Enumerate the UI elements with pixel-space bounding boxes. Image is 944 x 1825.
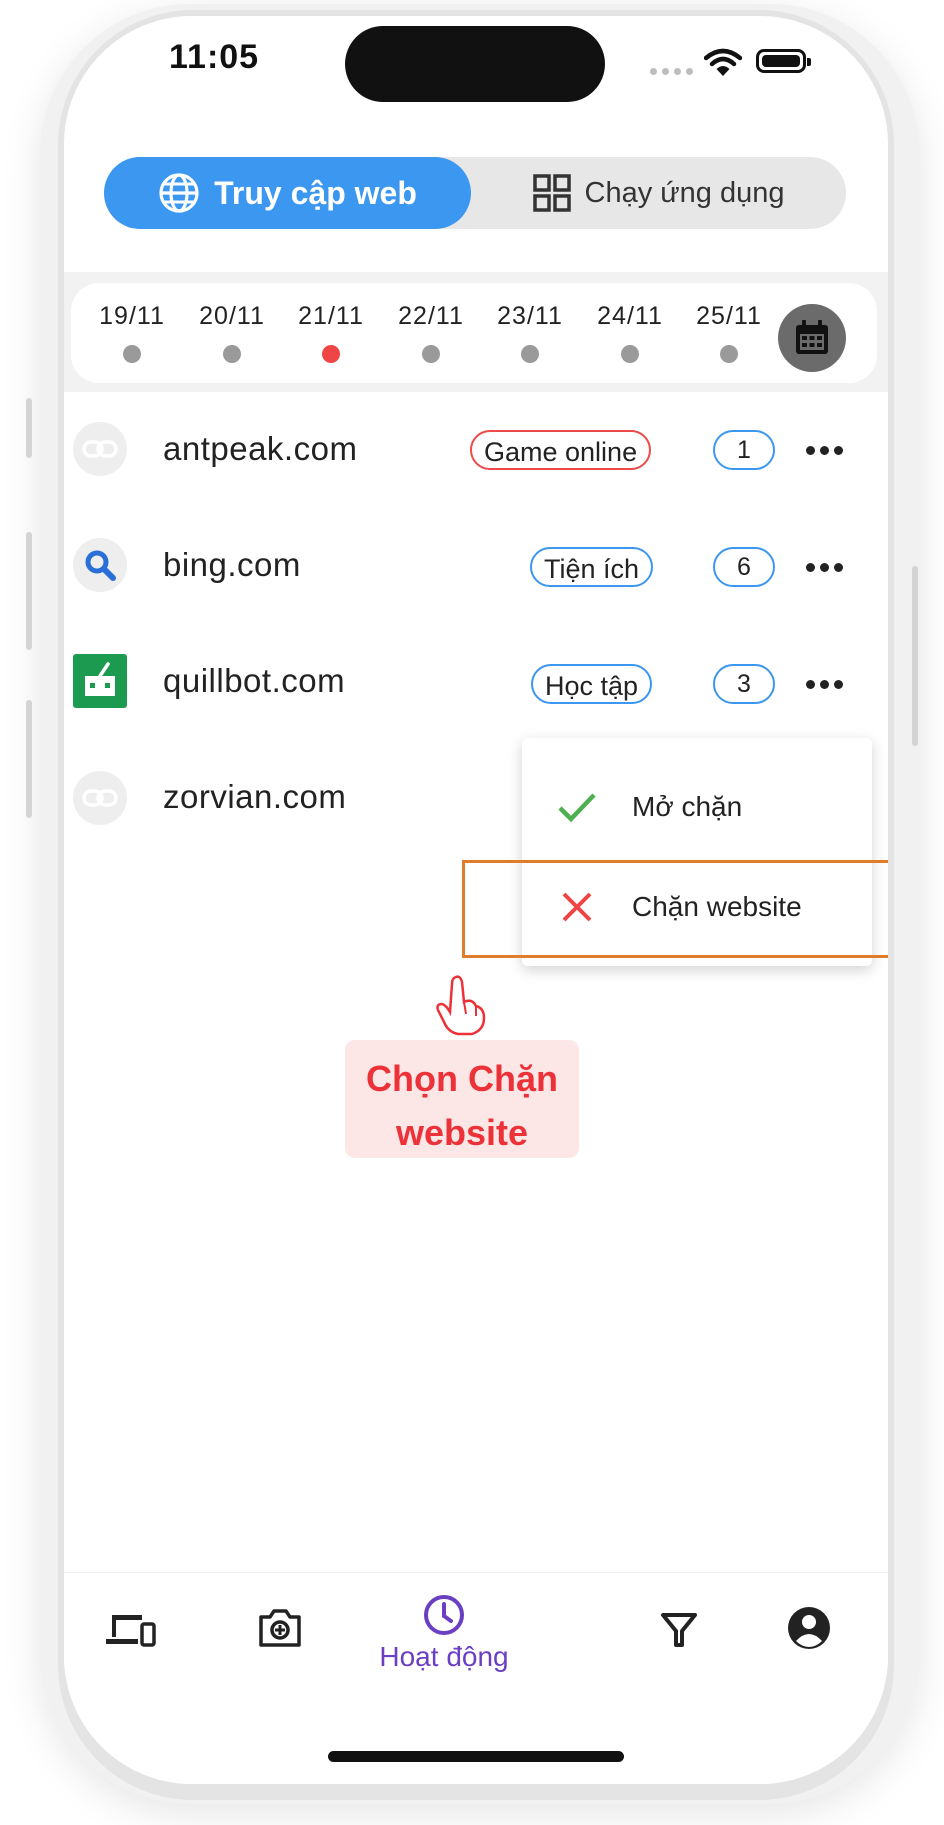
tab-run-apps[interactable]: Chạy ứng dụng bbox=[471, 157, 846, 229]
nav-devices[interactable] bbox=[104, 1611, 156, 1651]
phone-volume-up bbox=[26, 532, 32, 650]
date-item[interactable]: 24/11 bbox=[588, 302, 672, 363]
tab-run-apps-label: Chạy ứng dụng bbox=[584, 176, 785, 209]
visit-count-badge: 3 bbox=[713, 664, 775, 704]
date-item[interactable]: 23/11 bbox=[488, 302, 572, 363]
phone-volume-down bbox=[26, 700, 32, 818]
signal-icon bbox=[650, 68, 693, 75]
menu-item-unblock-label: Mở chặn bbox=[632, 791, 743, 822]
instruction-line-2: website bbox=[395, 1112, 529, 1153]
nav-account[interactable] bbox=[786, 1605, 832, 1651]
dynamic-island bbox=[345, 26, 605, 102]
date-item[interactable]: 20/11 bbox=[190, 302, 274, 363]
nav-filter[interactable] bbox=[660, 1611, 698, 1649]
camera-icon bbox=[259, 1609, 301, 1647]
nav-activity-label: Hoạt động bbox=[379, 1641, 509, 1672]
battery-icon bbox=[756, 49, 811, 73]
category-badge: Game online bbox=[470, 430, 652, 470]
clock-icon bbox=[424, 1595, 464, 1635]
pointing-hand-icon bbox=[436, 975, 486, 1036]
check-icon bbox=[558, 793, 596, 823]
category-badge: Tiện ích bbox=[530, 547, 654, 587]
date-item[interactable]: 19/11 bbox=[90, 302, 174, 363]
instruction-text: Chọn Chặn website bbox=[345, 1052, 579, 1160]
date-item[interactable]: 25/11 bbox=[687, 302, 771, 363]
quillbot-logo-icon bbox=[73, 654, 127, 708]
date-dot bbox=[223, 345, 241, 363]
site-domain[interactable]: bing.com bbox=[163, 546, 301, 584]
calendar-icon bbox=[796, 320, 828, 354]
date-item[interactable]: 22/11 bbox=[389, 302, 473, 363]
tab-web-access-label: Truy cập web bbox=[214, 174, 417, 211]
site-domain[interactable]: antpeak.com bbox=[163, 430, 357, 468]
more-options-button[interactable] bbox=[806, 440, 846, 460]
visit-count-badge: 6 bbox=[713, 547, 775, 587]
phone-power-button bbox=[912, 566, 918, 746]
date-label: 20/11 bbox=[199, 302, 265, 330]
tab-web-access[interactable]: Truy cập web bbox=[104, 157, 471, 229]
link-icon bbox=[73, 422, 127, 476]
instruction-line-1: Chọn Chặn bbox=[366, 1058, 558, 1099]
mode-toggle: Truy cập web Chạy ứng dụng bbox=[104, 157, 846, 229]
date-label: 21/11 bbox=[298, 302, 364, 330]
date-label: 25/11 bbox=[696, 302, 762, 330]
date-dot-active bbox=[322, 345, 340, 363]
account-icon bbox=[788, 1607, 830, 1649]
date-label: 23/11 bbox=[497, 302, 563, 330]
date-dot bbox=[621, 345, 639, 363]
link-icon bbox=[73, 771, 127, 825]
globe-icon bbox=[159, 173, 199, 213]
date-dot bbox=[123, 345, 141, 363]
phone-side-button bbox=[26, 398, 32, 458]
search-icon bbox=[73, 538, 127, 592]
date-dot bbox=[422, 345, 440, 363]
more-options-button[interactable] bbox=[806, 674, 846, 694]
date-label: 24/11 bbox=[597, 302, 663, 330]
calendar-button[interactable] bbox=[778, 304, 846, 372]
nav-activity[interactable]: Hoạt động bbox=[354, 1593, 534, 1673]
phone-screen: 11:05 Truy cập web Chạy ứng dụng 19/11 2… bbox=[64, 16, 888, 1784]
highlight-box bbox=[462, 860, 888, 958]
date-dot bbox=[720, 345, 738, 363]
site-domain[interactable]: quillbot.com bbox=[163, 662, 345, 700]
status-time: 11:05 bbox=[169, 38, 260, 76]
more-options-button[interactable] bbox=[806, 557, 846, 577]
visit-count-badge: 1 bbox=[713, 430, 775, 470]
wifi-icon bbox=[704, 48, 742, 76]
date-label: 22/11 bbox=[398, 302, 464, 330]
home-indicator bbox=[328, 1751, 624, 1762]
devices-icon bbox=[106, 1615, 156, 1647]
menu-item-unblock[interactable]: Mở chặn bbox=[522, 762, 872, 852]
date-label: 19/11 bbox=[99, 302, 165, 330]
date-dot bbox=[521, 345, 539, 363]
site-domain[interactable]: zorvian.com bbox=[163, 778, 346, 816]
nav-camera[interactable] bbox=[257, 1607, 303, 1649]
grid-icon bbox=[532, 174, 571, 212]
filter-icon bbox=[661, 1613, 697, 1647]
category-badge: Học tập bbox=[531, 664, 653, 704]
date-item-selected[interactable]: 21/11 bbox=[289, 302, 373, 363]
